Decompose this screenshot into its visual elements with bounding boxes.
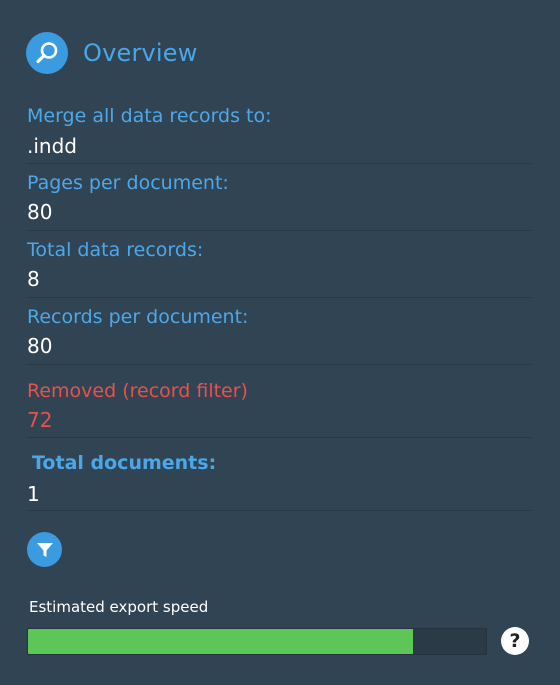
total-data-records-label: Total data records: (27, 239, 204, 261)
total-data-records-row: Total data records: 8 (27, 231, 531, 298)
overview-header: Overview (26, 32, 198, 74)
total-documents-row: Total documents: 1 (27, 438, 531, 511)
merge-target-row: Merge all data records to: .indd (27, 100, 531, 164)
removed-records-value: 72 (27, 408, 53, 432)
total-documents-value: 1 (27, 482, 40, 506)
records-per-document-label: Records per document: (27, 306, 249, 328)
pages-per-document-value: 80 (27, 200, 53, 224)
search-icon (26, 32, 68, 74)
help-icon[interactable]: ? (501, 627, 529, 655)
total-documents-label: Total documents: (32, 452, 217, 474)
filter-icon[interactable] (27, 532, 62, 567)
export-speed-bar (27, 628, 487, 655)
overview-panel: Overview Merge all data records to: .ind… (0, 0, 560, 685)
merge-target-value: .indd (27, 134, 77, 158)
records-per-document-value: 80 (27, 334, 53, 358)
records-per-document-row: Records per document: 80 (27, 298, 531, 365)
page-title: Overview (83, 39, 198, 67)
total-data-records-value: 8 (27, 267, 40, 291)
merge-target-label: Merge all data records to: (27, 105, 272, 127)
pages-per-document-row: Pages per document: 80 (27, 164, 531, 231)
export-speed-label: Estimated export speed (29, 598, 209, 616)
removed-records-row: Removed (record filter) 72 (27, 365, 531, 438)
export-speed-fill (28, 629, 413, 654)
pages-per-document-label: Pages per document: (27, 172, 229, 194)
removed-records-label: Removed (record filter) (27, 380, 248, 402)
